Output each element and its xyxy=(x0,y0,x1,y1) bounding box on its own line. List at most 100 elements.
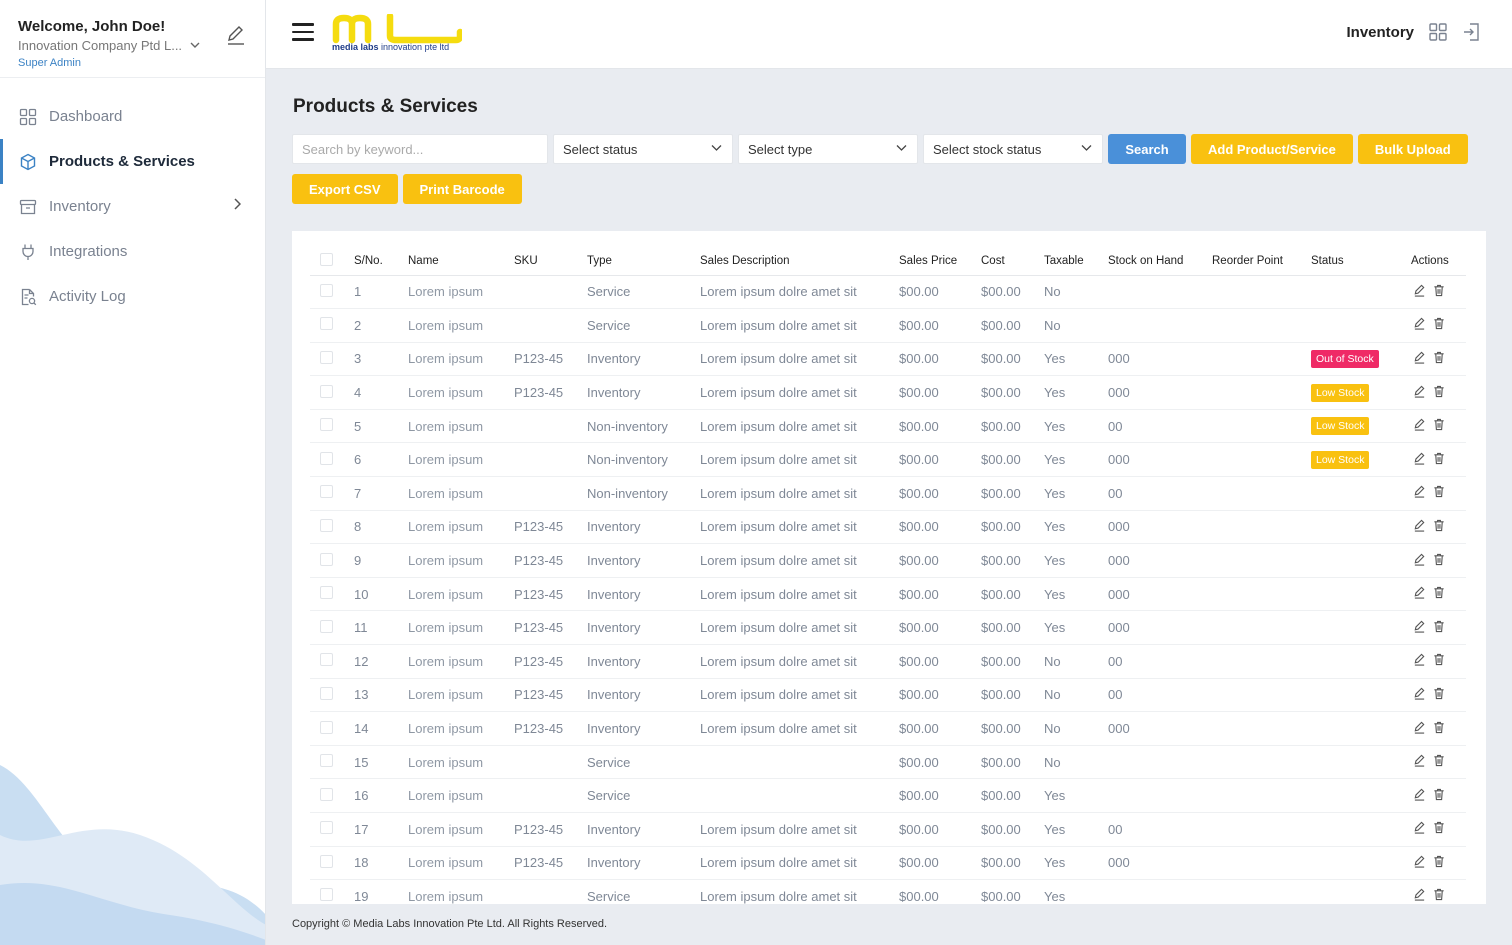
sidebar-item-integrations[interactable]: Integrations xyxy=(0,229,265,274)
delete-icon[interactable] xyxy=(1433,351,1445,364)
row-checkbox[interactable] xyxy=(320,686,333,700)
edit-icon[interactable] xyxy=(1413,351,1426,364)
stock-status-select[interactable]: Select stock status xyxy=(923,134,1103,164)
table-row[interactable]: 7 Lorem ipsum Non-inventory Lorem ipsum dol… xyxy=(310,476,1466,511)
menu-toggle-icon[interactable] xyxy=(292,23,314,41)
search-input[interactable]: Search by keyword... xyxy=(292,134,548,164)
edit-icon[interactable] xyxy=(1413,317,1426,331)
edit-icon[interactable] xyxy=(1413,485,1426,498)
edit-icon[interactable] xyxy=(1413,586,1426,599)
row-checkbox[interactable] xyxy=(320,854,333,868)
apps-grid-icon[interactable] xyxy=(1428,22,1448,42)
sidebar-item-dashboard[interactable]: Dashboard xyxy=(0,94,265,139)
row-select-cell[interactable] xyxy=(310,812,354,847)
table-row[interactable]: 15 Lorem ipsum Service $00.00 $00.00 No xyxy=(310,745,1466,780)
select-all-checkbox[interactable] xyxy=(320,252,333,266)
row-checkbox[interactable] xyxy=(320,586,333,600)
row-select-cell[interactable] xyxy=(310,778,354,813)
row-checkbox[interactable] xyxy=(320,888,333,902)
edit-icon[interactable] xyxy=(1413,452,1426,465)
row-checkbox[interactable] xyxy=(320,619,333,633)
row-checkbox[interactable] xyxy=(320,418,333,432)
delete-icon[interactable] xyxy=(1433,284,1445,297)
column-header[interactable]: Stock on Hand xyxy=(1108,247,1212,276)
delete-icon[interactable] xyxy=(1433,519,1445,532)
row-checkbox[interactable] xyxy=(320,451,333,465)
table-row[interactable]: 19 Lorem ipsum Service Lorem ipsum dolre am… xyxy=(310,879,1466,904)
row-select-cell[interactable] xyxy=(310,846,354,881)
column-header[interactable]: Name xyxy=(408,247,514,276)
table-row[interactable]: 13 Lorem ipsum P123-45 Inventory Lorem ipsum… xyxy=(310,678,1466,713)
table-row[interactable]: 2 Lorem ipsum Service Lorem ipsum dolre ame… xyxy=(310,308,1466,343)
edit-icon[interactable] xyxy=(1413,754,1426,767)
delete-icon[interactable] xyxy=(1433,385,1445,398)
row-select-cell[interactable] xyxy=(310,308,354,343)
export-csv-button[interactable]: Export CSV xyxy=(292,174,398,204)
delete-icon[interactable] xyxy=(1433,754,1445,767)
row-select-cell[interactable] xyxy=(310,543,354,578)
column-header[interactable]: Sales Description xyxy=(700,247,899,276)
edit-icon[interactable] xyxy=(1413,620,1426,633)
row-checkbox[interactable] xyxy=(320,787,333,801)
table-row[interactable]: 1 Lorem ipsum Service Lorem ipsum dolre ame… xyxy=(310,275,1466,310)
delete-icon[interactable] xyxy=(1433,586,1445,599)
sidebar-item-inventory[interactable]: Inventory xyxy=(0,184,265,229)
column-header[interactable]: Type xyxy=(587,247,700,276)
row-checkbox[interactable] xyxy=(320,821,333,835)
row-checkbox[interactable] xyxy=(320,283,333,297)
table-row[interactable]: 14 Lorem ipsum P123-45 Inventory Lorem ipsum… xyxy=(310,711,1466,746)
row-checkbox[interactable] xyxy=(320,754,333,768)
column-header[interactable]: Status xyxy=(1311,247,1411,276)
edit-icon[interactable] xyxy=(1413,418,1426,431)
column-header[interactable]: SKU xyxy=(514,247,587,276)
edit-icon[interactable] xyxy=(1413,653,1426,666)
column-header[interactable]: Sales Price xyxy=(899,247,981,276)
status-select[interactable]: Select status xyxy=(553,134,733,164)
print-barcode-button[interactable]: Print Barcode xyxy=(402,174,522,204)
search-button[interactable]: Search xyxy=(1108,134,1186,164)
delete-icon[interactable] xyxy=(1433,317,1445,330)
row-select-cell[interactable] xyxy=(310,745,354,780)
delete-icon[interactable] xyxy=(1433,418,1445,431)
table-row[interactable]: 10 Lorem ipsum P123-45 Inventory Lorem ipsum… xyxy=(310,577,1466,612)
company-selector[interactable]: Innovation Company Ptd L... xyxy=(18,38,247,53)
edit-icon[interactable] xyxy=(1413,553,1426,566)
edit-icon[interactable] xyxy=(1413,855,1426,868)
edit-icon[interactable] xyxy=(1413,821,1426,834)
delete-icon[interactable] xyxy=(1433,553,1445,566)
row-select-cell[interactable] xyxy=(310,442,354,478)
edit-icon[interactable] xyxy=(1413,788,1426,801)
row-select-cell[interactable] xyxy=(310,510,354,545)
bulk-upload-button[interactable]: Bulk Upload xyxy=(1357,134,1468,164)
row-checkbox[interactable] xyxy=(320,653,333,667)
delete-icon[interactable] xyxy=(1433,653,1445,666)
delete-icon[interactable] xyxy=(1433,687,1445,700)
edit-icon[interactable] xyxy=(1413,721,1426,734)
table-row[interactable]: 9 Lorem ipsum P123-45 Inventory Lorem ipsum … xyxy=(310,543,1466,578)
delete-icon[interactable] xyxy=(1433,620,1445,633)
row-select-cell[interactable] xyxy=(310,610,354,646)
table-row[interactable]: 11 Lorem ipsum P123-45 Inventory Lorem ipsum… xyxy=(310,610,1466,646)
delete-icon[interactable] xyxy=(1433,721,1445,734)
row-checkbox[interactable] xyxy=(320,317,333,331)
delete-icon[interactable] xyxy=(1433,452,1445,465)
add-product-button[interactable]: Add Product/Service xyxy=(1191,134,1353,164)
row-select-cell[interactable] xyxy=(310,711,354,746)
edit-icon[interactable] xyxy=(1413,284,1426,297)
edit-icon[interactable] xyxy=(1413,687,1426,700)
row-checkbox[interactable] xyxy=(320,485,333,499)
row-select-cell[interactable] xyxy=(310,577,354,612)
column-header[interactable]: S/No. xyxy=(354,247,408,276)
column-header[interactable]: Cost xyxy=(981,247,1044,276)
column-header[interactable]: Reorder Point xyxy=(1212,247,1311,276)
row-select-cell[interactable] xyxy=(310,476,354,511)
table-row[interactable]: 16 Lorem ipsum Service $00.00 $00.00 Yes xyxy=(310,778,1466,813)
table-row[interactable]: 12 Lorem ipsum P123-45 Inventory Lorem ipsum… xyxy=(310,644,1466,679)
row-select-cell[interactable] xyxy=(310,342,354,377)
sidebar-item-activity-log[interactable]: Activity Log xyxy=(0,274,265,319)
row-select-cell[interactable] xyxy=(310,644,354,679)
delete-icon[interactable] xyxy=(1433,855,1445,868)
table-row[interactable]: 6 Lorem ipsum Non-inventory Lorem ipsum dol… xyxy=(310,442,1466,478)
row-checkbox[interactable] xyxy=(320,552,333,566)
table-row[interactable]: 5 Lorem ipsum Non-inventory Lorem ipsum dol… xyxy=(310,409,1466,444)
